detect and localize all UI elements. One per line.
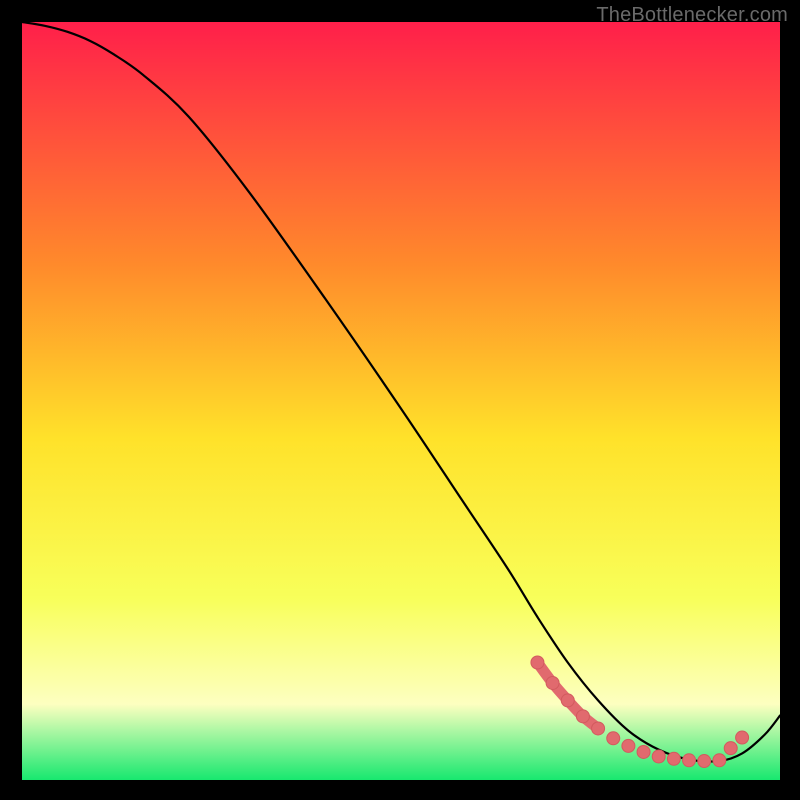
curve-marker [713, 754, 726, 767]
curve-marker [546, 676, 559, 689]
curve-marker [592, 722, 605, 735]
curve-marker [561, 694, 574, 707]
curve-marker [667, 752, 680, 765]
curve-marker [736, 731, 749, 744]
gradient-background [22, 22, 780, 780]
curve-marker [531, 656, 544, 669]
chart-svg [22, 22, 780, 780]
curve-marker [576, 710, 589, 723]
curve-marker [698, 755, 711, 768]
curve-marker [607, 732, 620, 745]
chart-stage: TheBottlenecker.com [0, 0, 800, 800]
watermark-text: TheBottlenecker.com [596, 4, 788, 27]
curve-marker [683, 754, 696, 767]
curve-marker [652, 750, 665, 763]
curve-marker [637, 745, 650, 758]
curve-marker [724, 742, 737, 755]
curve-marker [622, 739, 635, 752]
plot-area [22, 22, 780, 780]
